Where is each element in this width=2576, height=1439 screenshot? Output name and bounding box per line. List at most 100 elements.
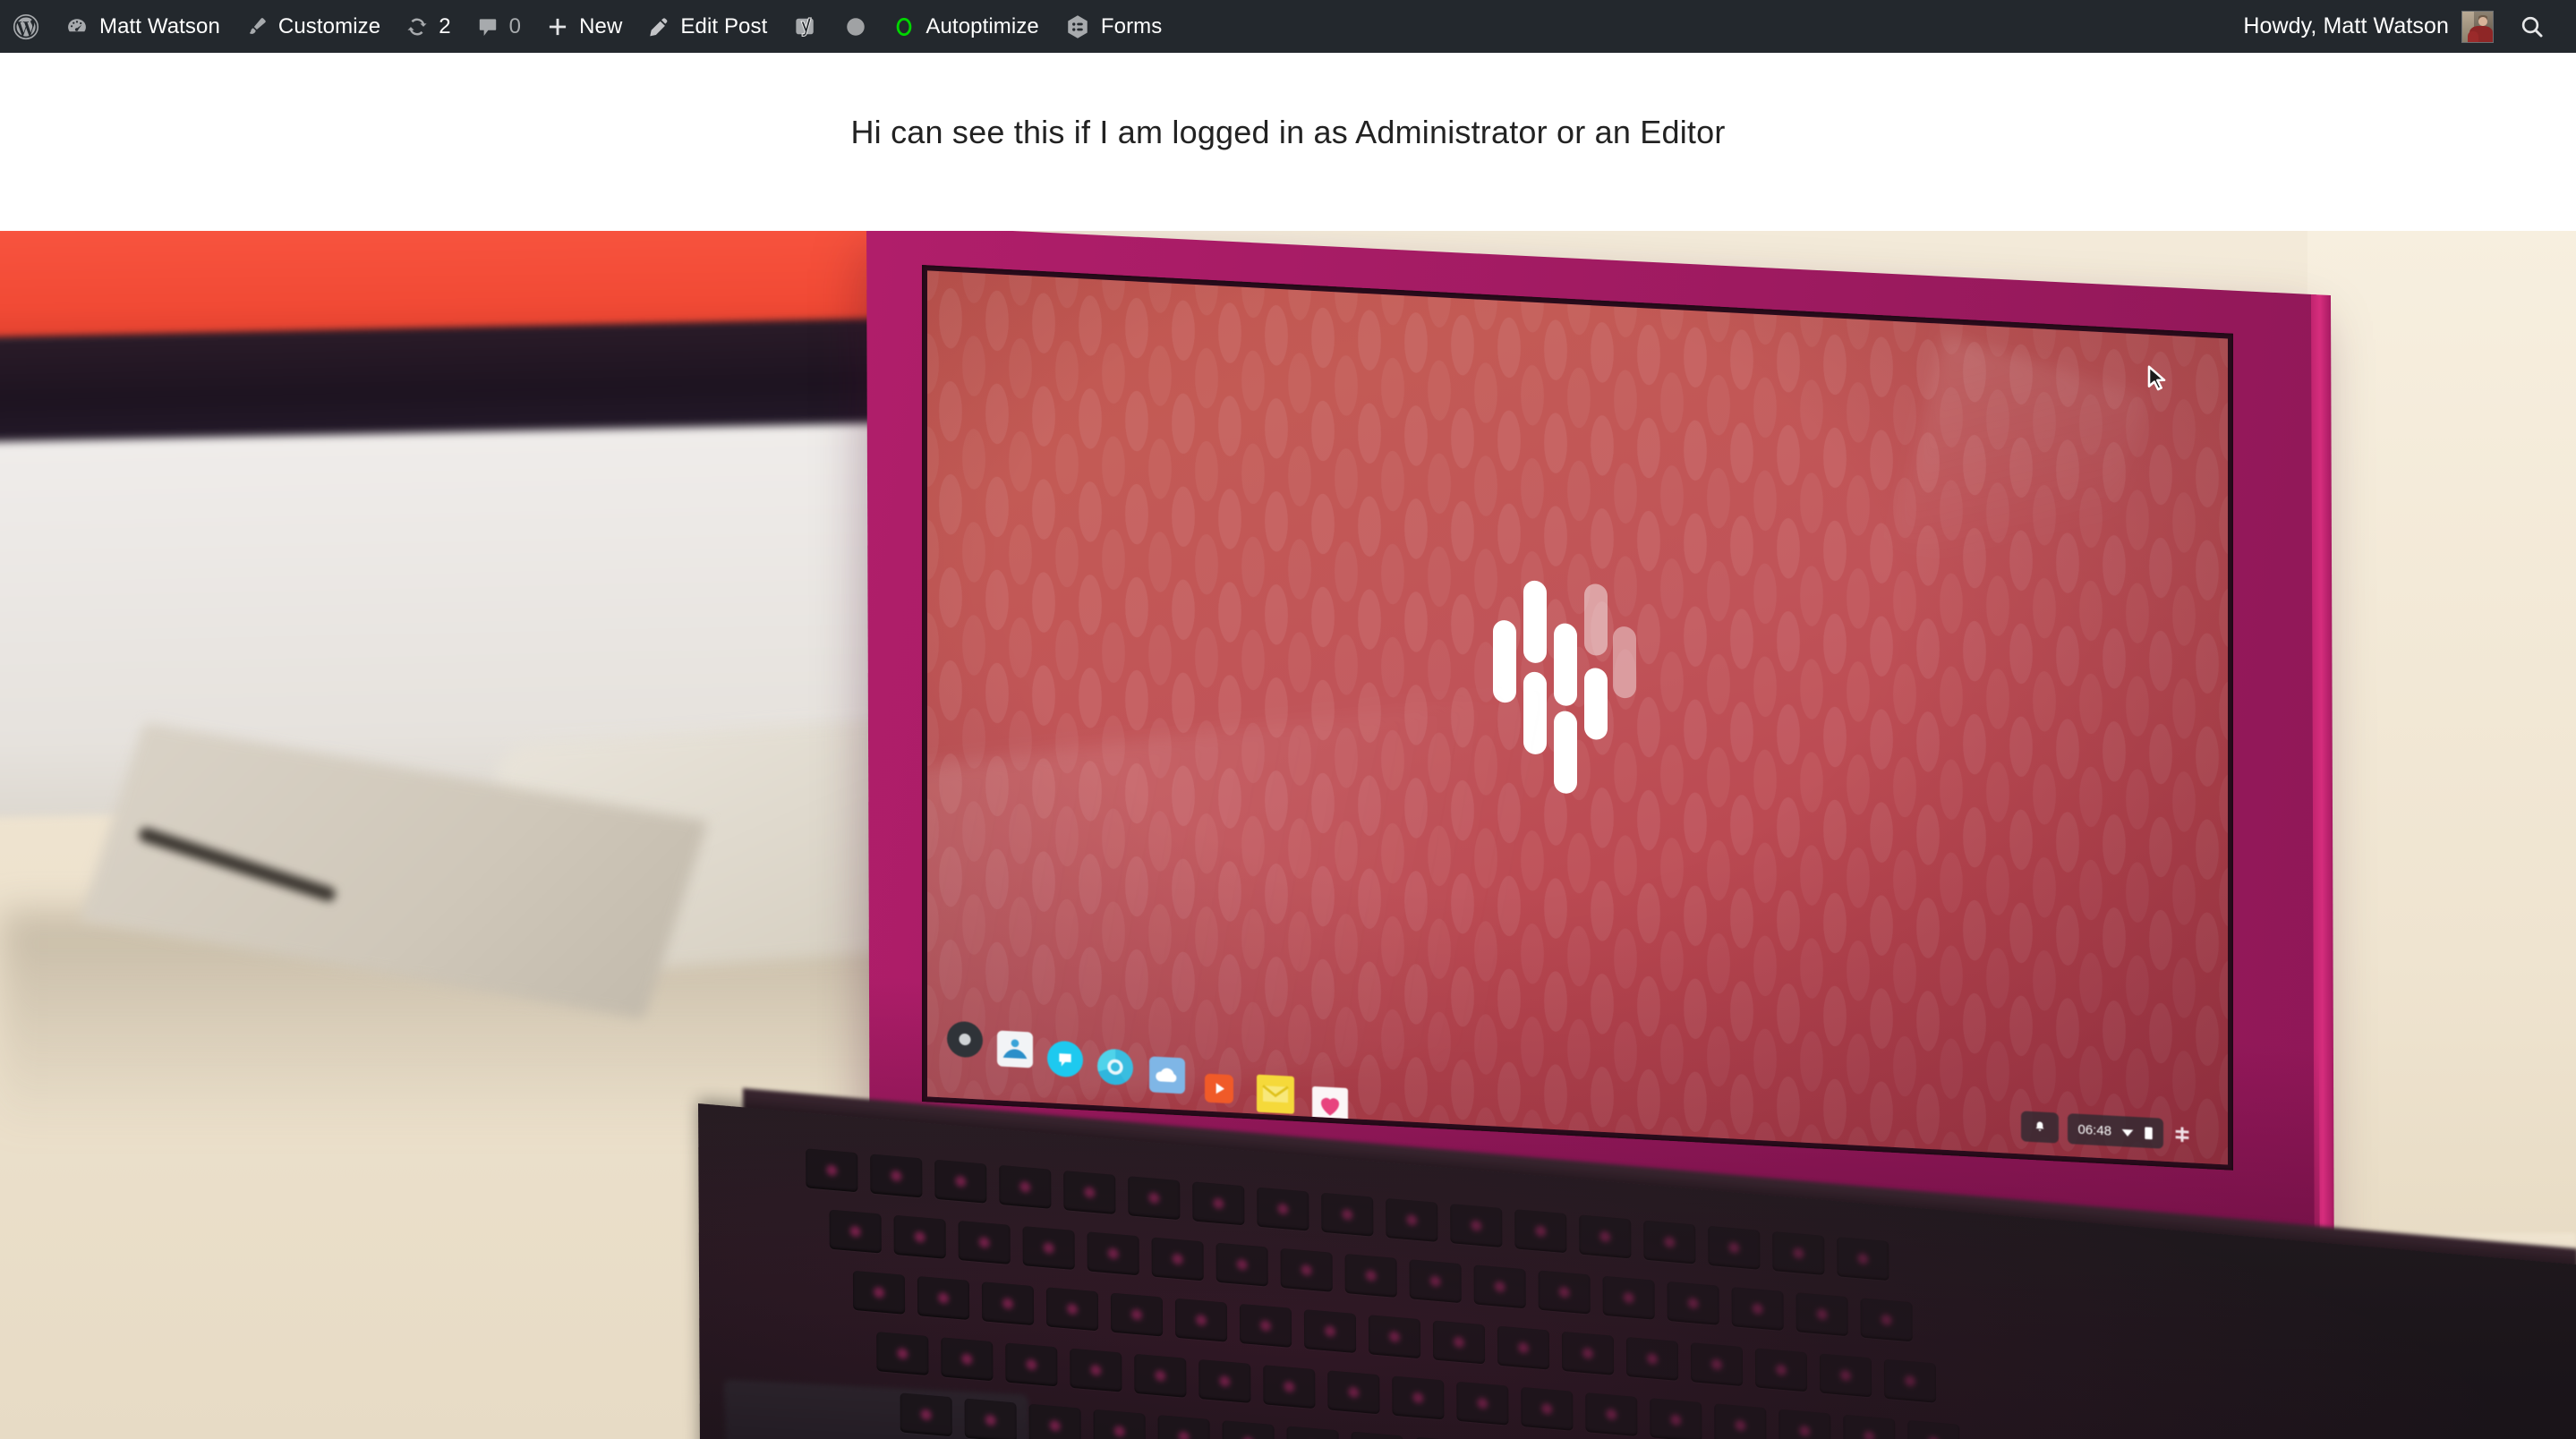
photos-icon[interactable] <box>997 1030 1033 1069</box>
site-name-label: Matt Watson <box>99 13 220 38</box>
keyboard-key <box>1087 1231 1139 1276</box>
keyboard-key <box>981 1281 1035 1326</box>
howdy-label: Howdy, Matt Watson <box>2243 13 2449 38</box>
autoptimize-ring-icon <box>892 15 916 38</box>
keyboard-key <box>1514 1209 1567 1254</box>
pencil-icon <box>647 15 670 38</box>
search-button[interactable] <box>2503 0 2562 53</box>
yoast-seo-menu[interactable] <box>780 0 832 53</box>
mail-envelope-icon[interactable] <box>1257 1074 1294 1114</box>
keyboard-key <box>958 1220 1011 1264</box>
comments-count: 0 <box>508 13 522 38</box>
chat-bubble-icon[interactable] <box>1047 1040 1083 1078</box>
keyboard-key <box>1796 1292 1848 1337</box>
keyboard-key <box>1778 1409 1831 1439</box>
keyboard-key <box>1521 1386 1574 1431</box>
keyboard-key <box>1650 1398 1702 1439</box>
keyboard-key <box>1561 1331 1615 1375</box>
keyboard-key <box>1837 1237 1889 1281</box>
cloud-storage-icon[interactable] <box>1149 1056 1185 1094</box>
keyboard-key <box>964 1398 1017 1439</box>
page-content-area: Hi can see this if I am logged in as Adm… <box>0 53 2576 231</box>
new-content-label: New <box>579 13 623 38</box>
keyboard-key <box>1093 1409 1146 1439</box>
keyboard-key <box>1843 1414 1896 1439</box>
keyboard-key <box>1303 1309 1357 1354</box>
laptop-screen-bezel: 06:48 <box>922 265 2233 1171</box>
forms-link[interactable]: Forms <box>1052 0 1175 53</box>
keyboard-key <box>1690 1342 1744 1387</box>
laptop-screen: 06:48 <box>927 270 2228 1165</box>
keyboard-key <box>876 1332 929 1376</box>
keyboard-key <box>1257 1187 1309 1231</box>
keyboard-key <box>1368 1315 1421 1359</box>
keyboard-key <box>1192 1181 1245 1226</box>
keyboard-key <box>1579 1214 1632 1259</box>
wordpress-logo-menu[interactable] <box>0 0 52 53</box>
updates-link[interactable]: 2 <box>393 0 463 53</box>
comment-bubble-icon <box>476 15 499 38</box>
keyboard-key <box>1731 1287 1784 1332</box>
admin-bar-left-group: Matt Watson Customize 2 0 New Edit Post … <box>0 0 1174 53</box>
battery-icon <box>2144 1125 2154 1141</box>
edit-post-label: Edit Post <box>680 13 768 38</box>
gravity-forms-hexagon-icon <box>1064 13 1091 40</box>
keyboard-key <box>1386 1197 1438 1242</box>
network-icon[interactable] <box>2172 1123 2192 1145</box>
keyboard-key <box>1860 1298 1913 1342</box>
keyboard-key <box>1198 1358 1251 1403</box>
keyboard-key <box>1215 1242 1268 1287</box>
mouse-cursor <box>2145 365 2169 395</box>
keyboard-key <box>934 1159 987 1204</box>
keyboard-key <box>1327 1370 1380 1415</box>
keyboard-key <box>1151 1237 1204 1281</box>
laptop-photo: 06:48 <box>0 231 2576 1439</box>
keyboard-key <box>1497 1325 1550 1370</box>
keyboard-key <box>893 1214 946 1259</box>
keyboard-key <box>1538 1270 1591 1315</box>
status-tray[interactable]: 06:48 <box>2068 1113 2163 1149</box>
keyboard-key <box>1754 1348 1808 1392</box>
plus-icon <box>546 15 569 38</box>
site-name-menu[interactable]: Matt Watson <box>52 0 233 53</box>
keyboard-key <box>1174 1298 1228 1342</box>
wordpress-icon <box>13 13 39 40</box>
forms-label: Forms <box>1100 13 1163 38</box>
autoptimize-link[interactable]: Autoptimize <box>880 0 1052 53</box>
keyboard-key <box>1907 1419 1960 1439</box>
wifi-icon <box>2120 1124 2136 1139</box>
comments-link[interactable]: 0 <box>464 0 533 53</box>
admin-bar-right-group: Howdy, Matt Watson <box>2231 0 2576 53</box>
keyboard-key <box>1819 1353 1872 1398</box>
edit-post-link[interactable]: Edit Post <box>635 0 780 53</box>
keyboard-key <box>1045 1287 1099 1332</box>
dashboard-icon <box>64 14 90 39</box>
tray-clock: 06:48 <box>2077 1121 2111 1139</box>
customize-label: Customize <box>277 13 381 38</box>
keyboard-key <box>1602 1275 1655 1320</box>
circle-dot-icon <box>844 15 867 38</box>
autoptimize-label: Autoptimize <box>925 13 1039 38</box>
keyboard-key <box>1070 1348 1122 1392</box>
keyboard-key <box>1286 1426 1339 1439</box>
keyboard-key <box>870 1154 923 1198</box>
new-content-menu[interactable]: New <box>533 0 635 53</box>
my-account-menu[interactable]: Howdy, Matt Watson <box>2231 0 2503 53</box>
keyboard-key <box>1222 1420 1275 1439</box>
keyboard-key <box>1134 1353 1187 1398</box>
keyboard-key <box>1157 1415 1210 1439</box>
keyboard-key <box>1708 1225 1761 1270</box>
app-launcher-icon[interactable] <box>947 1020 983 1059</box>
keyboard-key <box>1351 1431 1403 1439</box>
keyboard-key <box>852 1270 906 1315</box>
keyboard-key <box>1432 1320 1486 1365</box>
yoast-y-icon <box>792 13 819 40</box>
customize-link[interactable]: Customize <box>233 0 393 53</box>
notification-tray-button[interactable] <box>2021 1111 2060 1144</box>
page-notice-text: Hi can see this if I am logged in as Adm… <box>850 114 1726 150</box>
chrome-browser-icon[interactable] <box>1097 1048 1133 1086</box>
heart-app-icon[interactable] <box>1312 1086 1348 1124</box>
keyboard-key <box>1667 1281 1719 1325</box>
video-play-icon[interactable] <box>1205 1073 1233 1104</box>
yoast-score-indicator[interactable] <box>832 0 880 53</box>
